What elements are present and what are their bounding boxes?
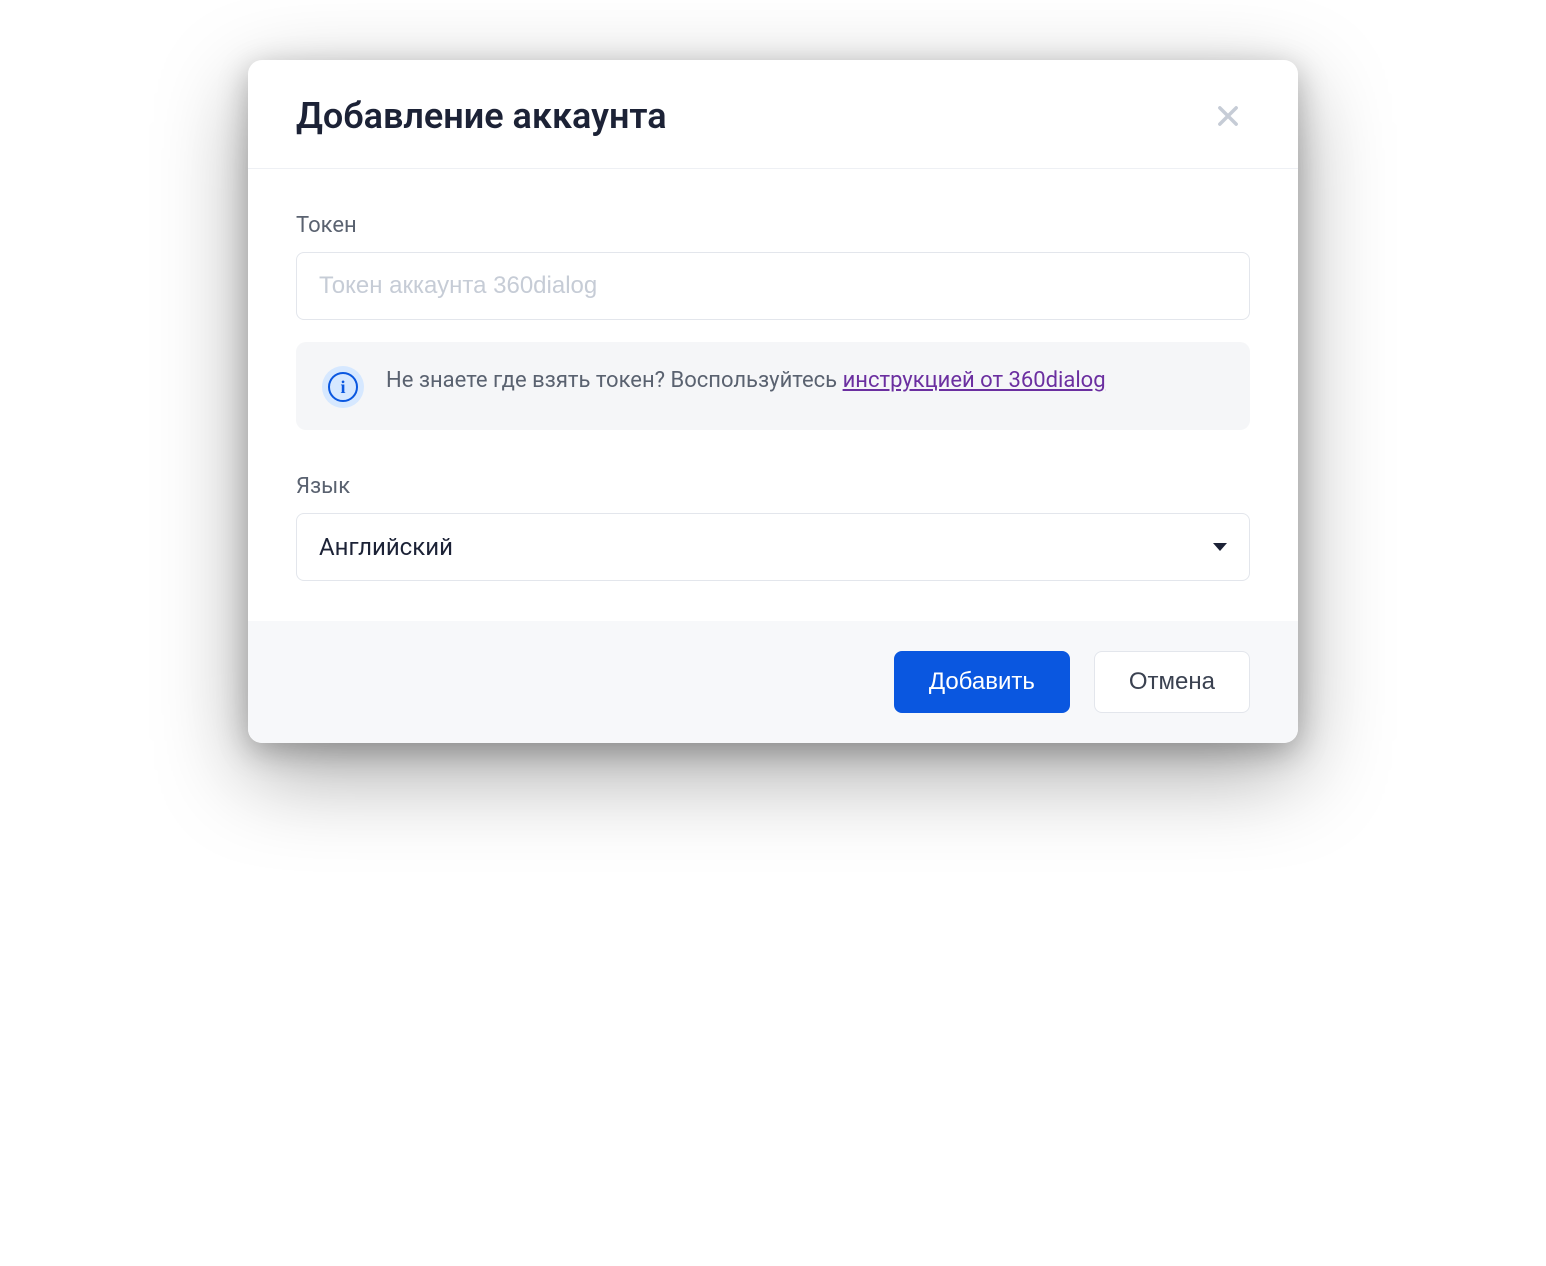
caret-down-icon	[1213, 543, 1227, 551]
language-label: Язык	[296, 474, 1250, 499]
language-select[interactable]: Английский	[296, 513, 1250, 581]
language-field-group: Язык Английский	[296, 474, 1250, 581]
token-field-group: Токен	[296, 213, 1250, 320]
close-icon	[1214, 102, 1242, 130]
info-text-prefix: Не знаете где взять токен? Воспользуйтес…	[386, 368, 843, 393]
token-input[interactable]	[296, 252, 1250, 320]
modal-title: Добавление аккаунта	[296, 95, 667, 137]
modal-header: Добавление аккаунта	[248, 60, 1298, 169]
language-selected-value: Английский	[319, 533, 453, 561]
info-link[interactable]: инструкцией от 360dialog	[843, 368, 1106, 393]
modal-footer: Добавить Отмена	[248, 621, 1298, 743]
add-button[interactable]: Добавить	[894, 651, 1070, 713]
info-panel: i Не знаете где взять токен? Воспользуйт…	[296, 342, 1250, 430]
info-icon: i	[322, 366, 364, 408]
cancel-button[interactable]: Отмена	[1094, 651, 1250, 713]
close-button[interactable]	[1206, 94, 1250, 138]
info-text: Не знаете где взять токен? Воспользуйтес…	[386, 364, 1106, 398]
token-label: Токен	[296, 213, 1250, 238]
modal-body: Токен i Не знаете где взять токен? Воспо…	[248, 169, 1298, 621]
add-account-modal: Добавление аккаунта Токен i Не знаете гд…	[248, 60, 1298, 743]
